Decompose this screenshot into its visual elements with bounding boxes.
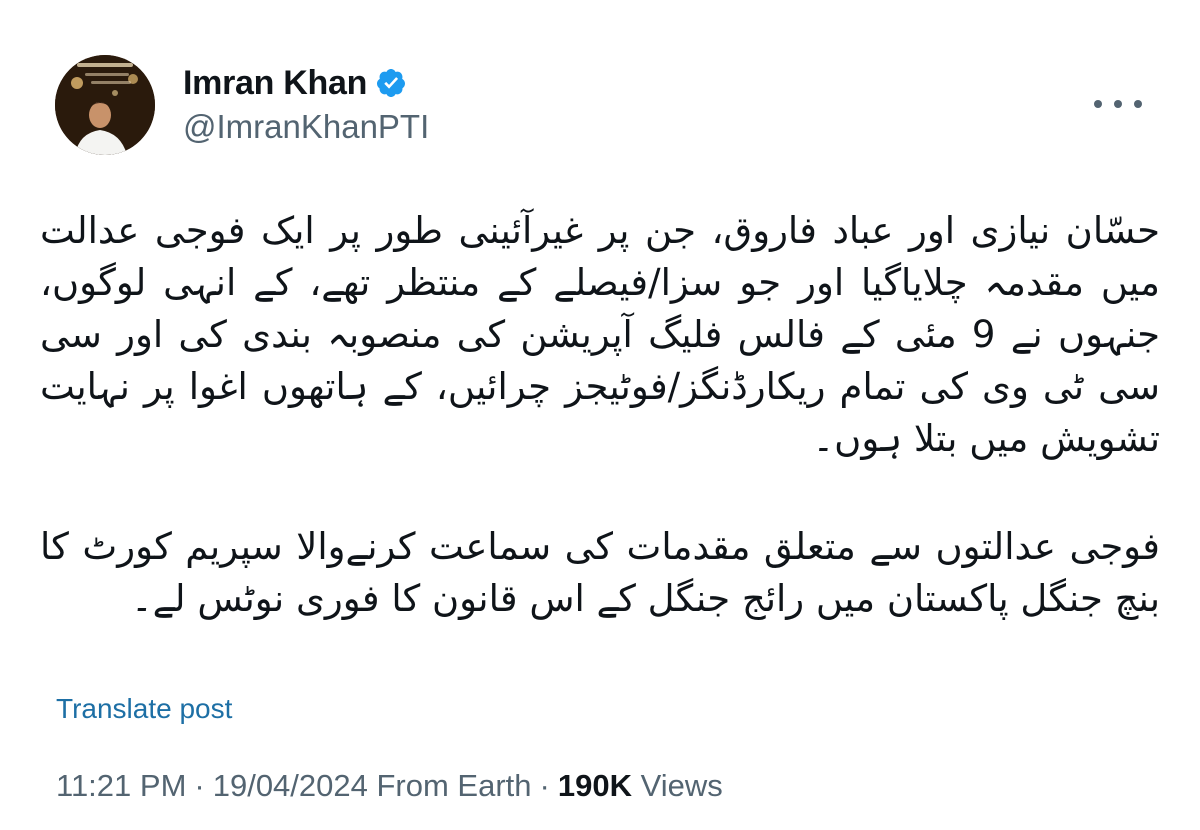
tweet-meta: 11:21 PM · 19/04/2024 From Earth · 190K View…: [56, 768, 723, 804]
tweet-source: From Earth: [376, 768, 532, 803]
tweet-date[interactable]: 19/04/2024: [213, 768, 368, 803]
more-horizontal-icon: [1114, 100, 1122, 108]
tweet-paragraph-2: فوجی عدالتوں سے متعلق مقدمات کی سماعت کر…: [40, 525, 1160, 620]
tweet-header: Imran Khan @ImranKhanPTI: [0, 0, 1200, 170]
author-name-row[interactable]: Imran Khan: [183, 62, 407, 104]
translate-post-link[interactable]: Translate post: [56, 693, 232, 725]
more-options-button[interactable]: [1094, 92, 1142, 116]
more-horizontal-icon: [1094, 100, 1102, 108]
tweet-time[interactable]: 11:21 PM: [56, 768, 186, 803]
views-count: 190K: [557, 768, 632, 803]
verified-badge-icon: [375, 67, 407, 99]
author-handle[interactable]: @ImranKhanPTI: [183, 108, 429, 146]
meta-separator: ·: [539, 768, 550, 803]
views-label: Views: [640, 768, 723, 803]
tweet-paragraph-1: حسّان نیازی اور عباد فاروق، جن پر غیرآئی…: [40, 209, 1160, 460]
avatar-photo: [55, 55, 155, 155]
more-horizontal-icon: [1134, 100, 1142, 108]
tweet-text: حسّان نیازی اور عباد فاروق، جن پر غیرآئی…: [40, 205, 1160, 625]
meta-separator: ·: [194, 768, 205, 803]
author-display-name[interactable]: Imran Khan: [183, 64, 367, 103]
avatar[interactable]: [55, 55, 155, 155]
